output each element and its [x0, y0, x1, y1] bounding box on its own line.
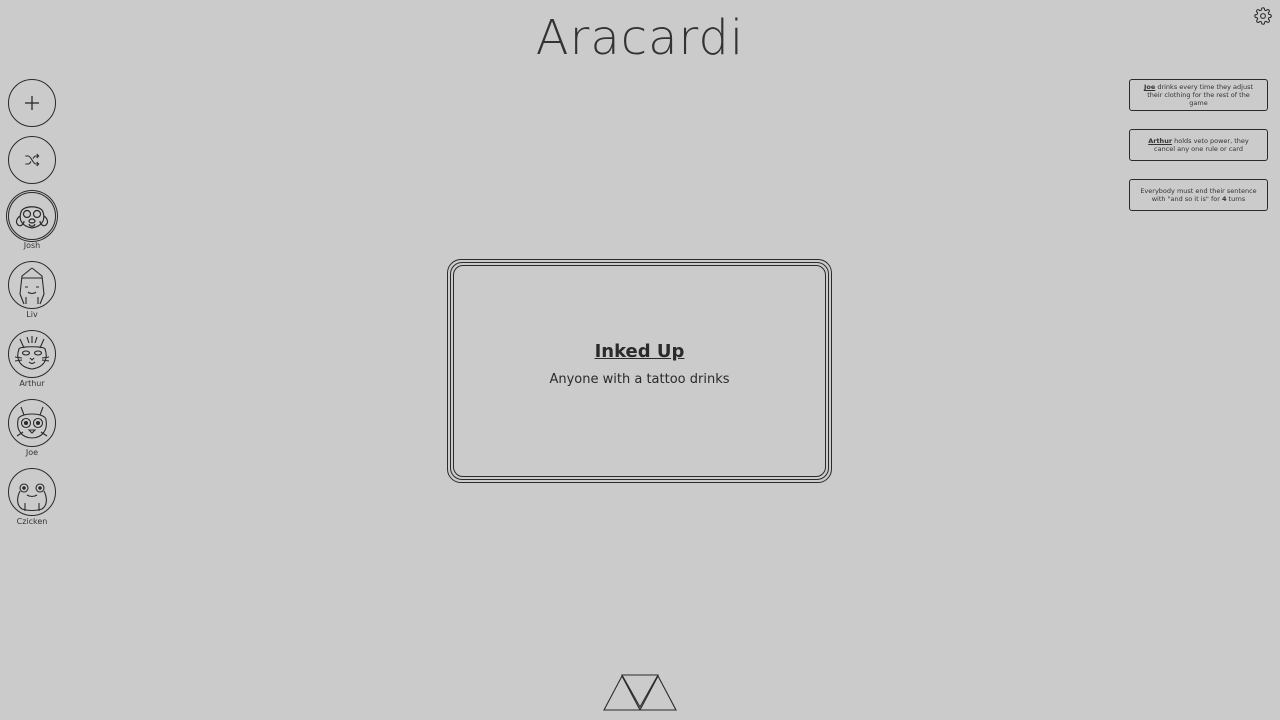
- app-title: Aracardi: [535, 10, 745, 66]
- rule-description-end: turns: [1226, 195, 1246, 203]
- player-name: Josh: [23, 241, 41, 250]
- player-arthur[interactable]: Arthur: [8, 330, 56, 390]
- player-czicken[interactable]: Czicken: [8, 468, 56, 528]
- rule-text: Joe drinks every time they adjust their …: [1138, 83, 1259, 107]
- shuffle-button[interactable]: [8, 136, 56, 184]
- game-card[interactable]: Inked Up Anyone with a tattoo drinks: [447, 259, 832, 483]
- player-name: Czicken: [16, 517, 48, 526]
- frog-avatar-icon: [8, 468, 56, 516]
- rule-player-name: Arthur: [1148, 137, 1173, 145]
- player-joe[interactable]: Joe: [8, 399, 56, 459]
- rule-player-name: Joe: [1143, 83, 1156, 91]
- player-list: Josh Liv Arthur Joe Czicken: [8, 192, 56, 528]
- rule-description: drinks every time they adjust their clot…: [1147, 83, 1254, 107]
- cat-avatar-icon: [8, 330, 56, 378]
- add-player-button[interactable]: [8, 79, 56, 127]
- player-name: Arthur: [19, 379, 45, 388]
- app-root: Aracardi Josh Liv Arthur Joe Czicken Joe…: [0, 0, 1280, 720]
- player-name: Joe: [25, 448, 39, 457]
- gnome-avatar-icon: [8, 261, 56, 309]
- game-card-border: Inked Up Anyone with a tattoo drinks: [450, 262, 829, 480]
- card-text: Anyone with a tattoo drinks: [549, 372, 730, 387]
- triangles-logo-icon: [603, 673, 677, 711]
- active-rules-panel: Joe drinks every time they adjust their …: [1129, 79, 1268, 211]
- rule-card[interactable]: Arthur holds veto power, they cancel any…: [1129, 129, 1268, 161]
- sidebar: Josh Liv Arthur Joe Czicken: [8, 79, 56, 528]
- player-josh[interactable]: Josh: [8, 192, 56, 252]
- rule-card[interactable]: Everybody must end their sentence with "…: [1129, 179, 1268, 211]
- gear-icon[interactable]: [1254, 7, 1272, 25]
- rule-text: Arthur holds veto power, they cancel any…: [1138, 137, 1259, 153]
- card-title: Inked Up: [594, 341, 685, 362]
- player-liv[interactable]: Liv: [8, 261, 56, 321]
- shuffle-icon: [25, 153, 40, 167]
- rule-card[interactable]: Joe drinks every time they adjust their …: [1129, 79, 1268, 111]
- rule-text: Everybody must end their sentence with "…: [1138, 187, 1259, 203]
- dog-avatar-icon: [8, 192, 56, 240]
- plus-icon: [25, 96, 39, 110]
- player-name: Liv: [26, 310, 38, 319]
- raccoon-avatar-icon: [8, 399, 56, 447]
- game-card-content: Inked Up Anyone with a tattoo drinks: [453, 265, 826, 477]
